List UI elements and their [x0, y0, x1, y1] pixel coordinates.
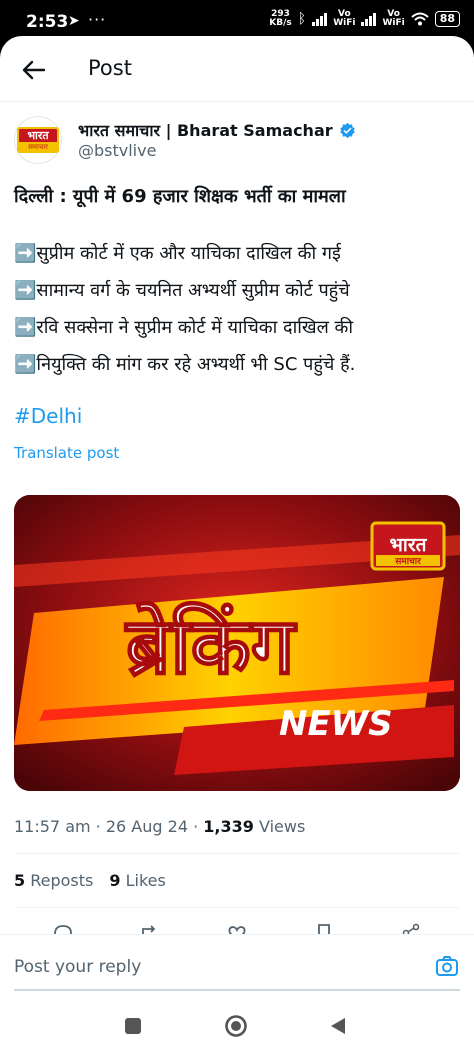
post-meta: 11:57 am · 26 Aug 24 · 1,339 Views — [14, 817, 306, 836]
likes-count: 9 — [109, 871, 121, 890]
logo-line2: समाचार — [19, 142, 57, 153]
bluetooth-icon: ᛒ — [297, 11, 307, 27]
volte-wifi-2: Vo WiFi — [382, 10, 404, 28]
signal-icon — [312, 12, 328, 26]
volte-wifi-1: Vo WiFi — [333, 10, 355, 28]
speed-unit: KB/s — [269, 18, 292, 28]
tweet-body: दिल्ली : यूपी में 69 हजार शिक्षक भर्ती क… — [14, 178, 464, 383]
graphic-logo-line2: समाचार — [394, 557, 421, 567]
graphic-logo-line1: भारत — [390, 534, 428, 556]
breaking-text: ब्रेकिंग — [124, 601, 298, 692]
home-icon[interactable] — [224, 1014, 248, 1038]
page-title: Post — [88, 56, 132, 80]
breaking-news-graphic: ब्रेकिंग NEWS भारत समाचार — [14, 495, 460, 791]
back-arrow-icon[interactable] — [20, 56, 48, 84]
logo-line1: भारत — [27, 129, 49, 142]
tweet-bullet-1: ➡️सुप्रीम कोर्ट में एक और याचिका दाखिल क… — [14, 243, 341, 264]
tweet-title: दिल्ली : यूपी में 69 हजार शिक्षक भर्ती क… — [14, 186, 346, 207]
camera-icon[interactable] — [434, 953, 460, 979]
reposts-count: 5 — [14, 871, 26, 890]
reposts-stat[interactable]: 5 Reposts — [14, 871, 93, 890]
post-screen: Post भारत समाचार भारत समाचार | Bharat Sa… — [0, 36, 474, 1053]
author-display-name[interactable]: भारत समाचार | Bharat Samachar — [78, 119, 333, 141]
views-count: 1,339 — [203, 817, 254, 836]
reply-bar: Post your reply — [0, 934, 474, 1004]
telegram-icon: ➤ — [68, 13, 80, 29]
tweet-bullet-2: ➡️सामान्य वर्ग के चयनित अभ्यर्थी सुप्रीम… — [14, 280, 350, 301]
author-handle[interactable]: @bstvlive — [78, 141, 156, 160]
signal-icon-2 — [361, 12, 377, 26]
engagement-stats: 5 Reposts 9 Likes — [14, 871, 166, 890]
post-time: 11:57 am — [14, 817, 91, 836]
tweet-bullet-3: ➡️रवि सक्सेना ने सुप्रीम कोर्ट में याचिक… — [14, 317, 354, 338]
news-text: NEWS — [279, 704, 393, 744]
back-nav-icon[interactable] — [326, 1014, 350, 1038]
likes-stat[interactable]: 9 Likes — [109, 871, 165, 890]
reply-input[interactable]: Post your reply — [14, 957, 141, 977]
battery-indicator: 88 — [434, 11, 460, 27]
views-label: Views — [258, 817, 306, 836]
recents-icon[interactable] — [121, 1014, 145, 1038]
wifi-icon — [411, 12, 429, 26]
reposts-label: Reposts — [30, 871, 94, 890]
tweet-bullet-4: ➡️नियुक्ति की मांग कर रहे अभ्यर्थी भी SC… — [14, 354, 356, 375]
top-bar: Post — [0, 36, 474, 102]
likes-label: Likes — [125, 871, 166, 890]
status-indicators: 293 KB/s ᛒ Vo WiFi Vo WiFi 88 — [269, 10, 460, 28]
status-time: 2:53 — [26, 12, 69, 32]
post-date: 26 Aug 24 — [105, 817, 188, 836]
wifi-label-2: WiFi — [382, 18, 405, 28]
android-nav-bar — [0, 1002, 474, 1053]
wifi-label: WiFi — [333, 18, 356, 28]
more-notifications-icon: ··· — [88, 10, 107, 29]
divider — [14, 853, 460, 854]
bharat-samachar-logo: भारत समाचार — [17, 127, 59, 153]
avatar[interactable]: भारत समाचार — [14, 116, 62, 164]
network-speed: 293 KB/s — [269, 10, 291, 28]
reply-underline — [14, 989, 460, 991]
divider-2 — [14, 907, 460, 908]
author-name[interactable]: भारत समाचार | Bharat Samachar — [78, 119, 356, 141]
translate-post-link[interactable]: Translate post — [14, 444, 119, 462]
post-image[interactable]: ब्रेकिंग NEWS भारत समाचार — [14, 495, 460, 791]
hashtag-link[interactable]: #Delhi — [14, 404, 82, 428]
verified-badge-icon — [339, 122, 355, 138]
